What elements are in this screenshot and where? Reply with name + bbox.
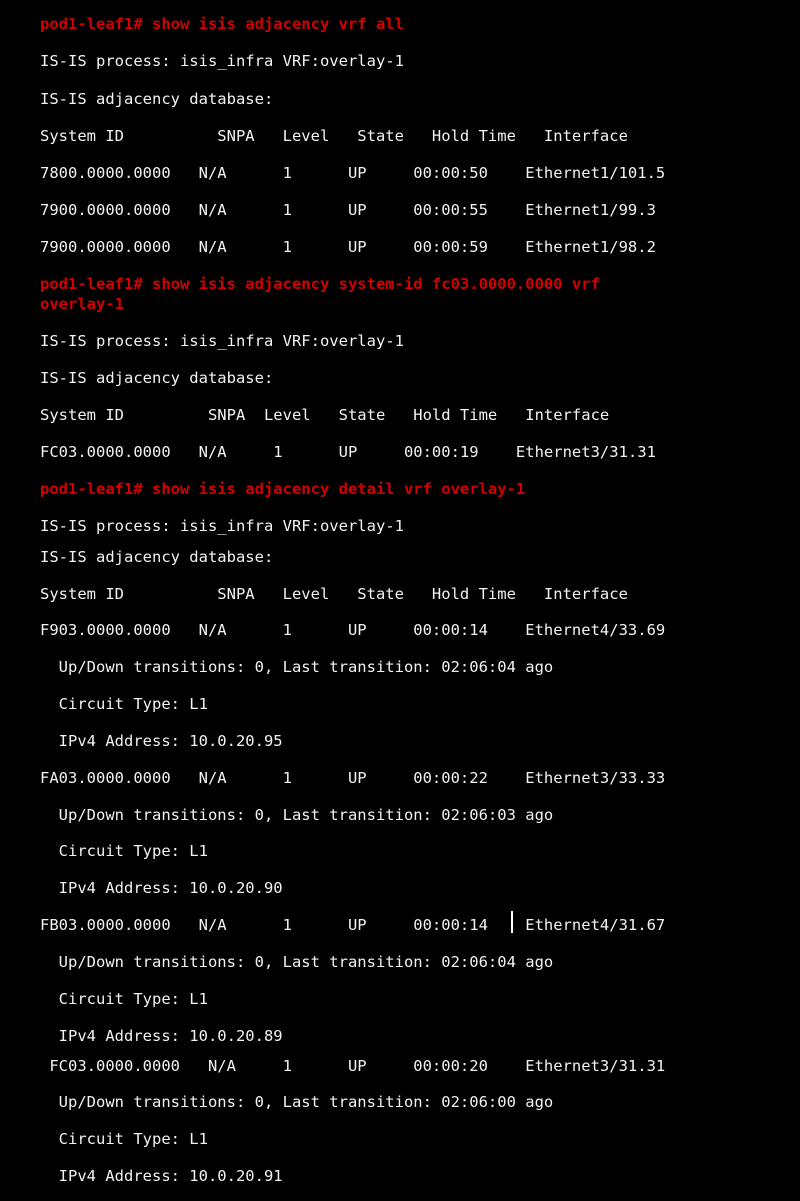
terminal-output-line: 7900.0000.0000 N/A 1 UP 00:00:55 Etherne… <box>40 201 656 219</box>
terminal-output-line: Circuit Type: L1 <box>40 1130 208 1148</box>
terminal-output-line: IPv4 Address: 10.0.20.90 <box>40 879 283 897</box>
terminal-output-line: FB03.0000.0000 N/A 1 UP 00:00:14 Etherne… <box>40 916 666 934</box>
terminal-output-line: IS-IS process: isis_infra VRF:overlay-1 <box>40 332 404 350</box>
terminal-output-line: IS-IS process: isis_infra VRF:overlay-1 <box>40 52 404 70</box>
terminal-output-line: Circuit Type: L1 <box>40 990 208 1008</box>
terminal-output-line: IS-IS adjacency database: <box>40 369 274 387</box>
terminal-command-line: overlay-1 <box>40 295 124 313</box>
terminal-output-line: IS-IS adjacency database: <box>40 548 274 566</box>
terminal-output-line: System ID SNPA Level State Hold Time Int… <box>40 127 628 145</box>
terminal-output-line: FC03.0000.0000 N/A 1 UP 00:00:20 Etherne… <box>40 1057 666 1075</box>
terminal-output-line: F903.0000.0000 N/A 1 UP 00:00:14 Etherne… <box>40 621 666 639</box>
text-cursor <box>511 911 513 933</box>
terminal-command-line: pod1-leaf1# show isis adjacency detail v… <box>40 480 526 498</box>
terminal-output-line: System ID SNPA Level State Hold Time Int… <box>40 406 610 424</box>
terminal-output-line: System ID SNPA Level State Hold Time Int… <box>40 585 628 603</box>
terminal-output-line: Up/Down transitions: 0, Last transition:… <box>40 806 554 824</box>
terminal-output-line: IS-IS adjacency database: <box>40 90 274 108</box>
terminal-output-line: 7900.0000.0000 N/A 1 UP 00:00:59 Etherne… <box>40 238 656 256</box>
terminal-output-line: IPv4 Address: 10.0.20.91 <box>40 1167 283 1185</box>
terminal-output-line: 7800.0000.0000 N/A 1 UP 00:00:50 Etherne… <box>40 164 666 182</box>
terminal-command-line: pod1-leaf1# show isis adjacency vrf all <box>40 15 404 33</box>
terminal-output-line: Circuit Type: L1 <box>40 842 208 860</box>
terminal-output-line: FC03.0000.0000 N/A 1 UP 00:00:19 Etherne… <box>40 443 656 461</box>
terminal-output-line: Circuit Type: L1 <box>40 695 208 713</box>
terminal-output-line: Up/Down transitions: 0, Last transition:… <box>40 953 554 971</box>
terminal-output-line: IPv4 Address: 10.0.20.95 <box>40 732 283 750</box>
terminal-command-line: pod1-leaf1# show isis adjacency system-i… <box>40 275 600 293</box>
terminal-output-line: Up/Down transitions: 0, Last transition:… <box>40 1093 554 1111</box>
terminal-screen[interactable]: pod1-leaf1# show isis adjacency vrf all I… <box>0 0 800 1201</box>
terminal-output-line: FA03.0000.0000 N/A 1 UP 00:00:22 Etherne… <box>40 769 666 787</box>
terminal-output-line: IS-IS process: isis_infra VRF:overlay-1 <box>40 517 404 535</box>
terminal-output-line: Up/Down transitions: 0, Last transition:… <box>40 658 554 676</box>
terminal-output-line: IPv4 Address: 10.0.20.89 <box>40 1027 283 1045</box>
